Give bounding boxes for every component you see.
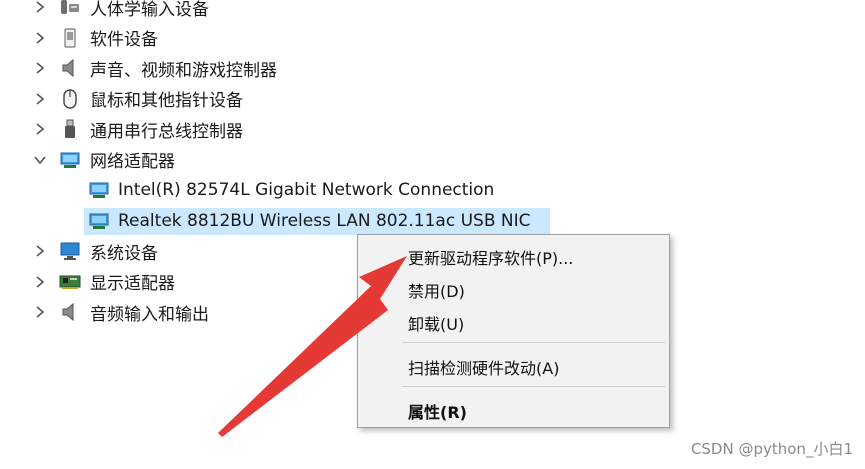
tree-item-label: 系统设备 xyxy=(90,243,158,264)
tree-item-intel-nic[interactable]: Intel(R) 82574L Gigabit Network Connecti… xyxy=(0,175,865,206)
tree-item-network-adapters[interactable]: 网络适配器 xyxy=(0,145,865,176)
hid-device-icon xyxy=(59,0,81,18)
tree-item-label: Realtek 8812BU Wireless LAN 802.11ac USB… xyxy=(118,210,531,231)
menu-item-disable[interactable]: 禁用(D) xyxy=(408,278,465,302)
usb-icon xyxy=(59,118,81,140)
watermark: CSDN @python_小白1 xyxy=(690,440,853,458)
monitor-icon xyxy=(59,240,81,262)
speaker-icon xyxy=(59,57,81,79)
network-adapter-icon xyxy=(88,210,110,232)
tree-item-sound[interactable]: 声音、视频和游戏控制器 xyxy=(0,53,865,84)
tree-item-label: Intel(R) 82574L Gigabit Network Connecti… xyxy=(118,180,495,201)
chevron-down-icon[interactable] xyxy=(32,152,48,168)
tree-item-label: 显示适配器 xyxy=(90,274,175,295)
tree-item-label: 通用串行总线控制器 xyxy=(90,121,243,142)
software-device-icon xyxy=(59,27,81,49)
menu-item-update-driver[interactable]: 更新驱动程序软件(P)... xyxy=(408,245,573,269)
chevron-right-icon[interactable] xyxy=(32,274,48,290)
chevron-right-icon[interactable] xyxy=(32,121,48,137)
menu-separator xyxy=(402,342,665,343)
tree-item-usb[interactable]: 通用串行总线控制器 xyxy=(0,114,865,145)
tree-item-realtek-nic[interactable]: Realtek 8812BU Wireless LAN 802.11ac USB… xyxy=(0,206,865,237)
chevron-right-icon[interactable] xyxy=(32,60,48,76)
tree-item-label: 软件设备 xyxy=(90,30,158,51)
tree-item-label: 音频输入和输出 xyxy=(90,304,209,325)
mouse-icon xyxy=(59,88,81,110)
menu-item-scan-hardware[interactable]: 扫描检测硬件改动(A) xyxy=(408,355,559,379)
chevron-right-icon[interactable] xyxy=(32,0,48,15)
menu-item-properties[interactable]: 属性(R) xyxy=(408,399,467,423)
menu-item-uninstall[interactable]: 卸载(U) xyxy=(408,311,464,335)
network-adapter-icon xyxy=(59,149,81,171)
display-adapter-icon xyxy=(59,271,81,293)
chevron-right-icon[interactable] xyxy=(32,243,48,259)
device-manager-window: 人体学输入设备 软件设备 声音、视频和游戏控制器 鼠标和其他指针设备 通用串行总… xyxy=(0,0,865,469)
tree-item-software[interactable]: 软件设备 xyxy=(0,23,865,54)
chevron-right-icon[interactable] xyxy=(32,30,48,46)
tree-item-hid[interactable]: 人体学输入设备 xyxy=(0,0,865,23)
chevron-right-icon[interactable] xyxy=(32,304,48,320)
speaker-icon xyxy=(59,301,81,323)
network-adapter-icon xyxy=(88,179,110,201)
tree-item-label: 鼠标和其他指针设备 xyxy=(90,91,243,112)
context-menu: 更新驱动程序软件(P)... 禁用(D) 卸载(U) 扫描检测硬件改动(A) 属… xyxy=(357,234,670,428)
tree-item-label: 网络适配器 xyxy=(90,152,175,173)
tree-item-mouse[interactable]: 鼠标和其他指针设备 xyxy=(0,84,865,115)
tree-item-label: 声音、视频和游戏控制器 xyxy=(90,60,277,81)
tree-item-label: 人体学输入设备 xyxy=(90,0,209,20)
menu-separator xyxy=(402,386,665,387)
chevron-right-icon[interactable] xyxy=(32,91,48,107)
